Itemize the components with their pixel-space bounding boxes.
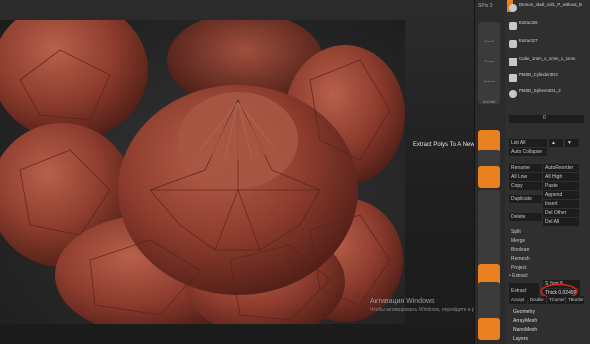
subtool-item[interactable]: Demon_skull_vol1_P_without_B [509, 2, 582, 15]
windows-activation-title: Активация Windows [370, 298, 435, 305]
subtool-thumbnail-icon [509, 40, 517, 48]
local-button[interactable] [478, 166, 500, 188]
accept-button[interactable]: Accept [509, 296, 527, 304]
zoom-button[interactable]: Zoom [478, 42, 500, 64]
subtool-thumbnail-icon [509, 22, 517, 30]
document-canvas[interactable] [0, 20, 405, 324]
subtool-item[interactable]: Extract26 [509, 20, 577, 33]
menu-arraymesh[interactable]: ArrayMesh [513, 318, 537, 324]
arrow-down-button[interactable]: ▼ [565, 139, 579, 147]
delete-button[interactable]: Delete [509, 213, 542, 221]
menu-layers[interactable]: Layers [513, 336, 528, 342]
copy-button[interactable]: Copy [509, 182, 542, 190]
subtool-thumbnail-icon [509, 90, 517, 98]
viewport[interactable] [0, 0, 474, 344]
menu-merge[interactable]: Merge [511, 238, 525, 245]
subtool-thumbnail-icon [509, 4, 517, 12]
subtool-item[interactable]: Extract27 [509, 38, 577, 51]
tborder-button[interactable]: TBorder [566, 296, 584, 304]
frame-button[interactable] [478, 190, 500, 212]
move-button[interactable] [478, 210, 500, 232]
right-shelf: SPix 3 Scroll Zoom Actual AAHalf [474, 0, 506, 344]
subtool-item[interactable]: PM3D_Cylinder3D2 [509, 72, 577, 85]
menu-extract[interactable]: • Extract [509, 273, 528, 280]
paste-button[interactable]: Paste [543, 182, 579, 190]
subtool-item[interactable]: PM3D_Sphere3D1_2 [509, 88, 577, 101]
actual-button[interactable]: Actual [478, 62, 500, 84]
spix-label[interactable]: SPix 3 [478, 3, 492, 9]
insert-button[interactable]: Insert [543, 200, 579, 208]
menu-split[interactable]: Split [511, 229, 521, 236]
auto-collapse-button[interactable]: Auto Collapse [509, 148, 547, 156]
del-all-button[interactable]: Del All [543, 218, 579, 226]
del-other-button[interactable]: Del Other [543, 209, 579, 217]
auto-reorder-button[interactable]: AutoReorder [543, 164, 579, 172]
all-low-button[interactable]: All Low [509, 173, 542, 181]
subtool-item[interactable]: Cube_1mm_x_1mm_x_1mm [509, 56, 577, 69]
menu-nanomesh[interactable]: NanoMesh [513, 327, 537, 333]
subtool-thumbnail-icon [509, 74, 517, 82]
double-button[interactable]: Double [528, 296, 546, 304]
persp-button[interactable] [478, 130, 500, 152]
menu-remesh[interactable]: Remesh [511, 256, 530, 263]
list-all-button[interactable]: List All [509, 139, 547, 147]
scroll-button[interactable]: Scroll [478, 22, 500, 44]
xpose-button[interactable] [478, 318, 500, 340]
menu-boolean[interactable]: Boolean [511, 247, 529, 254]
subtool-thumbnail-icon [509, 58, 517, 66]
rename-button[interactable]: Rename [509, 164, 542, 172]
sculpt-render[interactable] [0, 20, 405, 324]
aahalf-button[interactable]: AAHalf [478, 82, 500, 104]
subtool-slider[interactable]: 0 [509, 115, 584, 123]
append-button[interactable]: Append [543, 191, 579, 199]
menu-geometry[interactable]: Geometry [513, 309, 535, 315]
all-high-button[interactable]: All High [543, 173, 579, 181]
arrow-up-button[interactable]: ▲ [549, 139, 563, 147]
tcorner-button[interactable]: TCorner [547, 296, 565, 304]
menu-project[interactable]: Project [511, 265, 527, 272]
duplicate-button[interactable]: Duplicate [509, 195, 542, 203]
